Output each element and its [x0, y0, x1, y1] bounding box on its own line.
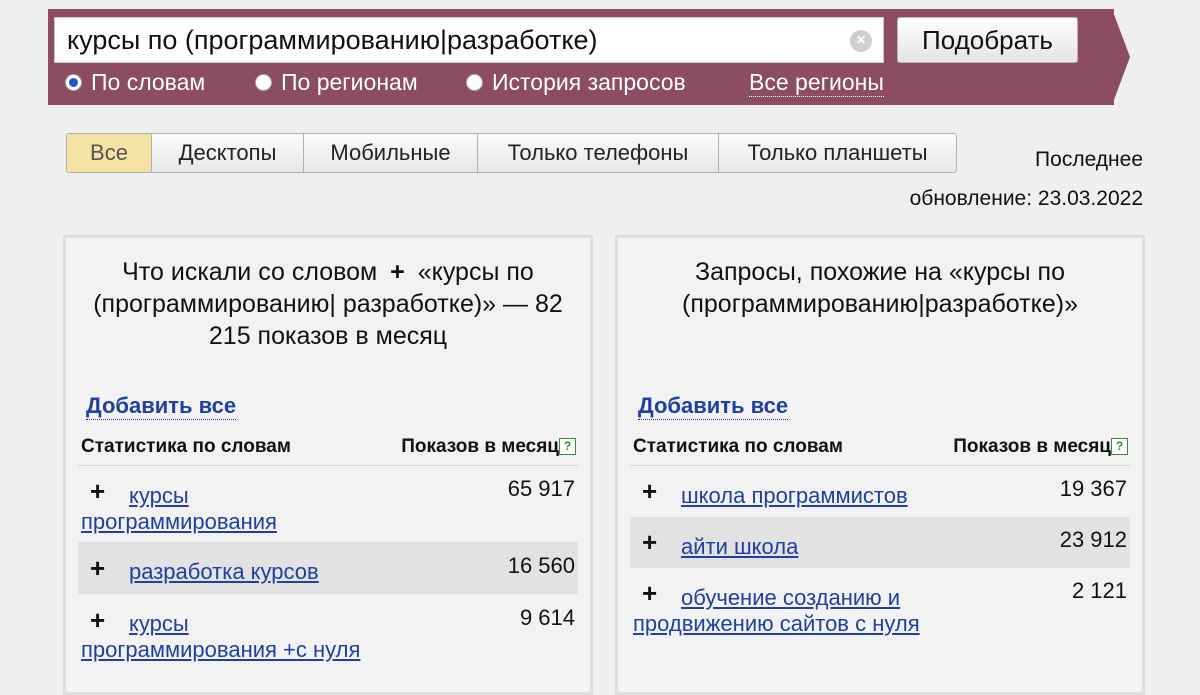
update-line-1: Последнее	[1035, 148, 1143, 171]
table-row: + обучение созданию и продвижению сайтов…	[630, 568, 1130, 668]
phrase-count: 65 917	[507, 476, 575, 501]
phrase-link[interactable]: айти школа	[633, 534, 933, 560]
table-row: + курсы программирования +с нуля 9 614	[78, 594, 578, 674]
phrase-count: 23 912	[1059, 527, 1127, 552]
add-all-button[interactable]: Добавить все	[638, 393, 789, 420]
plus-icon[interactable]: +	[390, 258, 405, 286]
right-panel: Запросы, похожие на «курсы по (программи…	[615, 235, 1145, 695]
search-bar-arrow	[1112, 9, 1130, 105]
phrase-link[interactable]: обучение созданию и продвижению сайтов с…	[633, 585, 923, 637]
table-header: Статистика по словам Показов в месяц?	[630, 435, 1130, 466]
col-count-label: Показов в месяц	[953, 436, 1111, 457]
col-count-header: Показов в месяц?	[953, 435, 1128, 459]
right-panel-heading: Запросы, похожие на «курсы по (программи…	[682, 258, 1078, 318]
help-icon[interactable]: ?	[559, 438, 576, 455]
help-icon[interactable]: ?	[1111, 438, 1128, 455]
mode-history[interactable]: История запросов	[466, 68, 686, 96]
last-update: Последнее обновление: 23.03.2022	[843, 140, 1143, 218]
mode-label: История запросов	[492, 69, 686, 95]
tab-mobile[interactable]: Мобильные	[304, 134, 478, 172]
col-count-header: Показов в месяц?	[401, 435, 576, 459]
table-row: + школа программистов 19 367	[630, 466, 1130, 517]
tab-desktops[interactable]: Десктопы	[152, 134, 304, 172]
table-header: Статистика по словам Показов в месяц?	[78, 435, 578, 466]
mode-by-regions[interactable]: По регионам	[255, 68, 418, 96]
phrase-count: 16 560	[507, 553, 575, 578]
mode-label: По регионам	[281, 69, 418, 95]
left-panel: Что искали со словом + «курсы по (програ…	[63, 235, 593, 695]
add-all-button[interactable]: Добавить все	[86, 393, 237, 420]
phrase-count: 19 367	[1059, 476, 1127, 501]
col-words-header: Статистика по словам	[81, 436, 291, 457]
search-input[interactable]: курсы по (программированию|разработке)	[54, 17, 884, 63]
device-tabs: Все Десктопы Мобильные Только телефоны Т…	[66, 133, 957, 173]
radio-icon[interactable]	[466, 73, 483, 91]
mode-label: По словам	[91, 69, 206, 95]
phrase-count: 9 614	[519, 605, 575, 630]
phrase-link[interactable]: курсы программирования	[81, 483, 381, 535]
phrase-link[interactable]: разработка курсов	[81, 559, 381, 585]
phrase-link[interactable]: курсы программирования +с нуля	[81, 611, 381, 663]
left-panel-heading: Что искали со словом + «курсы по (програ…	[84, 256, 572, 352]
submit-button[interactable]: Подобрать	[897, 17, 1078, 63]
col-words-header: Статистика по словам	[633, 436, 843, 457]
phrase-count: 2 121	[1071, 578, 1127, 603]
all-regions-link[interactable]: Все регионы	[749, 68, 884, 97]
heading-prefix: Что искали со словом	[122, 258, 378, 286]
phrase-link[interactable]: школа программистов	[633, 483, 933, 509]
col-count-label: Показов в месяц	[401, 436, 559, 457]
table-row: + курсы программирования 65 917	[78, 466, 578, 542]
table-row: + разработка курсов 16 560	[78, 542, 578, 594]
radio-icon[interactable]	[255, 73, 272, 91]
update-line-2: обновление: 23.03.2022	[909, 187, 1143, 210]
mode-by-words[interactable]: По словам	[65, 68, 205, 96]
tab-all[interactable]: Все	[67, 134, 152, 172]
clear-icon[interactable]: ×	[850, 30, 872, 52]
table-row: + айти школа 23 912	[630, 517, 1130, 568]
tab-phones-only[interactable]: Только телефоны	[478, 134, 719, 172]
radio-icon[interactable]	[65, 73, 82, 91]
